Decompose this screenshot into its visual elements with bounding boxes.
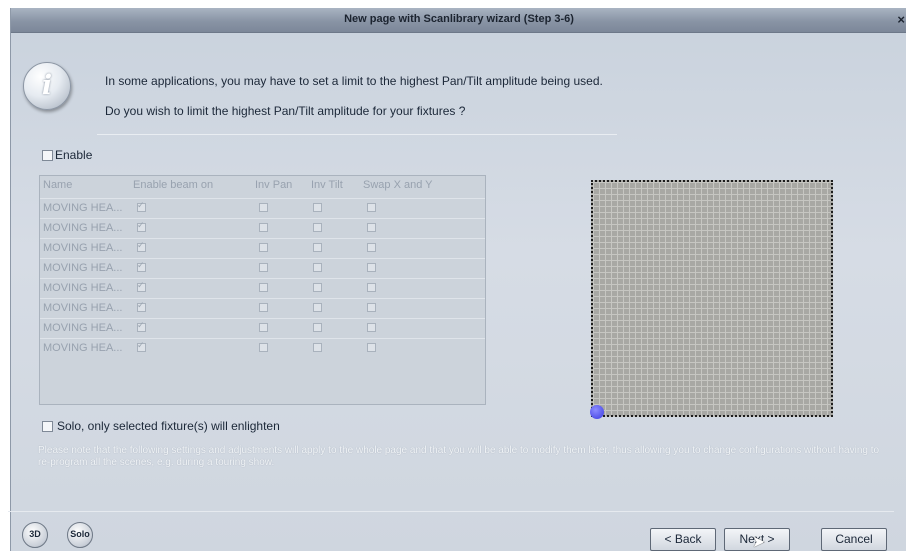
inv-pan-checkbox[interactable] [259,243,268,252]
swap-xy-checkbox[interactable] [367,283,376,292]
swap-xy-checkbox[interactable] [367,243,376,252]
pan-tilt-limit-grid[interactable] [591,180,833,417]
enable-label: Enable [55,148,93,162]
mouse-cursor-icon: ➤ [752,534,766,551]
cancel-button[interactable]: Cancel [821,528,887,551]
footer-divider [8,511,894,512]
header-divider [97,134,617,135]
pan-tilt-handle[interactable] [590,405,604,419]
table-row[interactable]: MOVING HEA... [40,198,485,219]
fixture-name-cell: MOVING HEA... [43,322,123,334]
fixture-name-cell: MOVING HEA... [43,342,123,354]
fixture-name-cell: MOVING HEA... [43,282,123,294]
enable-beam-checkbox[interactable] [137,220,146,232]
swap-xy-checkbox[interactable] [367,303,376,312]
inv-tilt-checkbox[interactable] [313,283,322,292]
table-row[interactable]: MOVING HEA... [40,338,485,359]
fixture-name-cell: MOVING HEA... [43,242,123,254]
inv-pan-checkbox[interactable] [259,223,268,232]
inv-tilt-checkbox[interactable] [313,243,322,252]
settings-note: Please note that the following settings … [38,445,880,468]
title-bar[interactable]: New page with Scanlibrary wizard (Step 3… [11,8,906,33]
solo-button[interactable]: Solo [67,522,93,548]
enable-beam-checkbox[interactable] [137,260,146,272]
info-icon: i [23,62,71,110]
enable-checkbox[interactable] [42,150,53,161]
fixture-name-cell: MOVING HEA... [43,302,123,314]
enable-beam-checkbox[interactable] [137,200,146,212]
table-row[interactable]: MOVING HEA... [40,298,485,319]
close-icon[interactable]: × [897,12,905,27]
inv-pan-checkbox[interactable] [259,323,268,332]
column-header-inv-pan[interactable]: Inv Pan [255,179,292,191]
inv-tilt-checkbox[interactable] [313,263,322,272]
swap-xy-checkbox[interactable] [367,343,376,352]
inv-pan-checkbox[interactable] [259,203,268,212]
table-row[interactable]: MOVING HEA... [40,318,485,339]
swap-xy-checkbox[interactable] [367,263,376,272]
window-title: New page with Scanlibrary wizard (Step 3… [344,13,574,25]
info-message-line-2: Do you wish to limit the highest Pan/Til… [105,104,466,118]
solo-checkbox[interactable] [42,421,53,432]
fixture-name-cell: MOVING HEA... [43,262,123,274]
inv-tilt-checkbox[interactable] [313,343,322,352]
inv-pan-checkbox[interactable] [259,283,268,292]
solo-label: Solo, only selected fixture(s) will enli… [57,419,280,433]
enable-beam-checkbox[interactable] [137,240,146,252]
inv-tilt-checkbox[interactable] [313,303,322,312]
table-row[interactable]: MOVING HEA... [40,278,485,299]
table-row[interactable]: MOVING HEA... [40,218,485,239]
info-message-line-1: In some applications, you may have to se… [105,74,603,88]
swap-xy-checkbox[interactable] [367,323,376,332]
enable-beam-checkbox[interactable] [137,300,146,312]
3d-view-button-label: 3D [29,529,41,539]
column-header-swap-xy[interactable]: Swap X and Y [363,179,433,191]
fixture-name-cell: MOVING HEA... [43,222,123,234]
table-row[interactable]: MOVING HEA... [40,238,485,259]
enable-beam-checkbox[interactable] [137,280,146,292]
inv-pan-checkbox[interactable] [259,303,268,312]
column-header-name[interactable]: Name [43,179,72,191]
fixture-table: Name Enable beam on Inv Pan Inv Tilt Swa… [39,175,486,405]
solo-button-label: Solo [70,529,90,539]
enable-beam-checkbox[interactable] [137,320,146,332]
table-row[interactable]: MOVING HEA... [40,258,485,279]
column-header-inv-tilt[interactable]: Inv Tilt [311,179,343,191]
info-icon-glyph: i [41,70,53,101]
column-header-enable-beam[interactable]: Enable beam on [133,179,213,191]
inv-tilt-checkbox[interactable] [313,323,322,332]
swap-xy-checkbox[interactable] [367,223,376,232]
swap-xy-checkbox[interactable] [367,203,376,212]
inv-tilt-checkbox[interactable] [313,203,322,212]
inv-tilt-checkbox[interactable] [313,223,322,232]
fixture-name-cell: MOVING HEA... [43,202,123,214]
inv-pan-checkbox[interactable] [259,343,268,352]
fixture-table-header: Name Enable beam on Inv Pan Inv Tilt Swa… [40,176,485,196]
3d-view-button[interactable]: 3D [22,522,48,548]
enable-beam-checkbox[interactable] [137,340,146,352]
inv-pan-checkbox[interactable] [259,263,268,272]
back-button[interactable]: < Back [650,528,716,551]
